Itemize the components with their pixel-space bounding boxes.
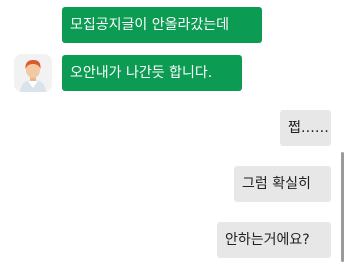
outgoing-message-bubble: 쩝…… bbox=[280, 110, 331, 146]
incoming-message-bubble: 오안내가 나간듯 합니다. bbox=[62, 55, 242, 91]
message-text: 모집공지글이 안올라갔는데 bbox=[70, 17, 230, 33]
message-text: 쩝…… bbox=[288, 120, 329, 136]
message-text: 오안내가 나간듯 합니다. bbox=[70, 65, 213, 81]
message-text: 안하는거에요? bbox=[225, 232, 310, 248]
incoming-message-bubble: 모집공지글이 안올라갔는데 bbox=[62, 7, 262, 43]
outgoing-message-bubble: 안하는거에요? bbox=[217, 222, 331, 258]
user-avatar-icon bbox=[14, 54, 52, 92]
chat-window: 모집공지글이 안올라갔는데 오안내가 나간듯 합니다. 쩝…… 그럼 확실히 안… bbox=[0, 0, 344, 276]
sender-avatar[interactable] bbox=[14, 54, 52, 92]
message-text: 그럼 확실히 bbox=[242, 176, 311, 192]
outgoing-message-bubble: 그럼 확실히 bbox=[234, 166, 331, 202]
